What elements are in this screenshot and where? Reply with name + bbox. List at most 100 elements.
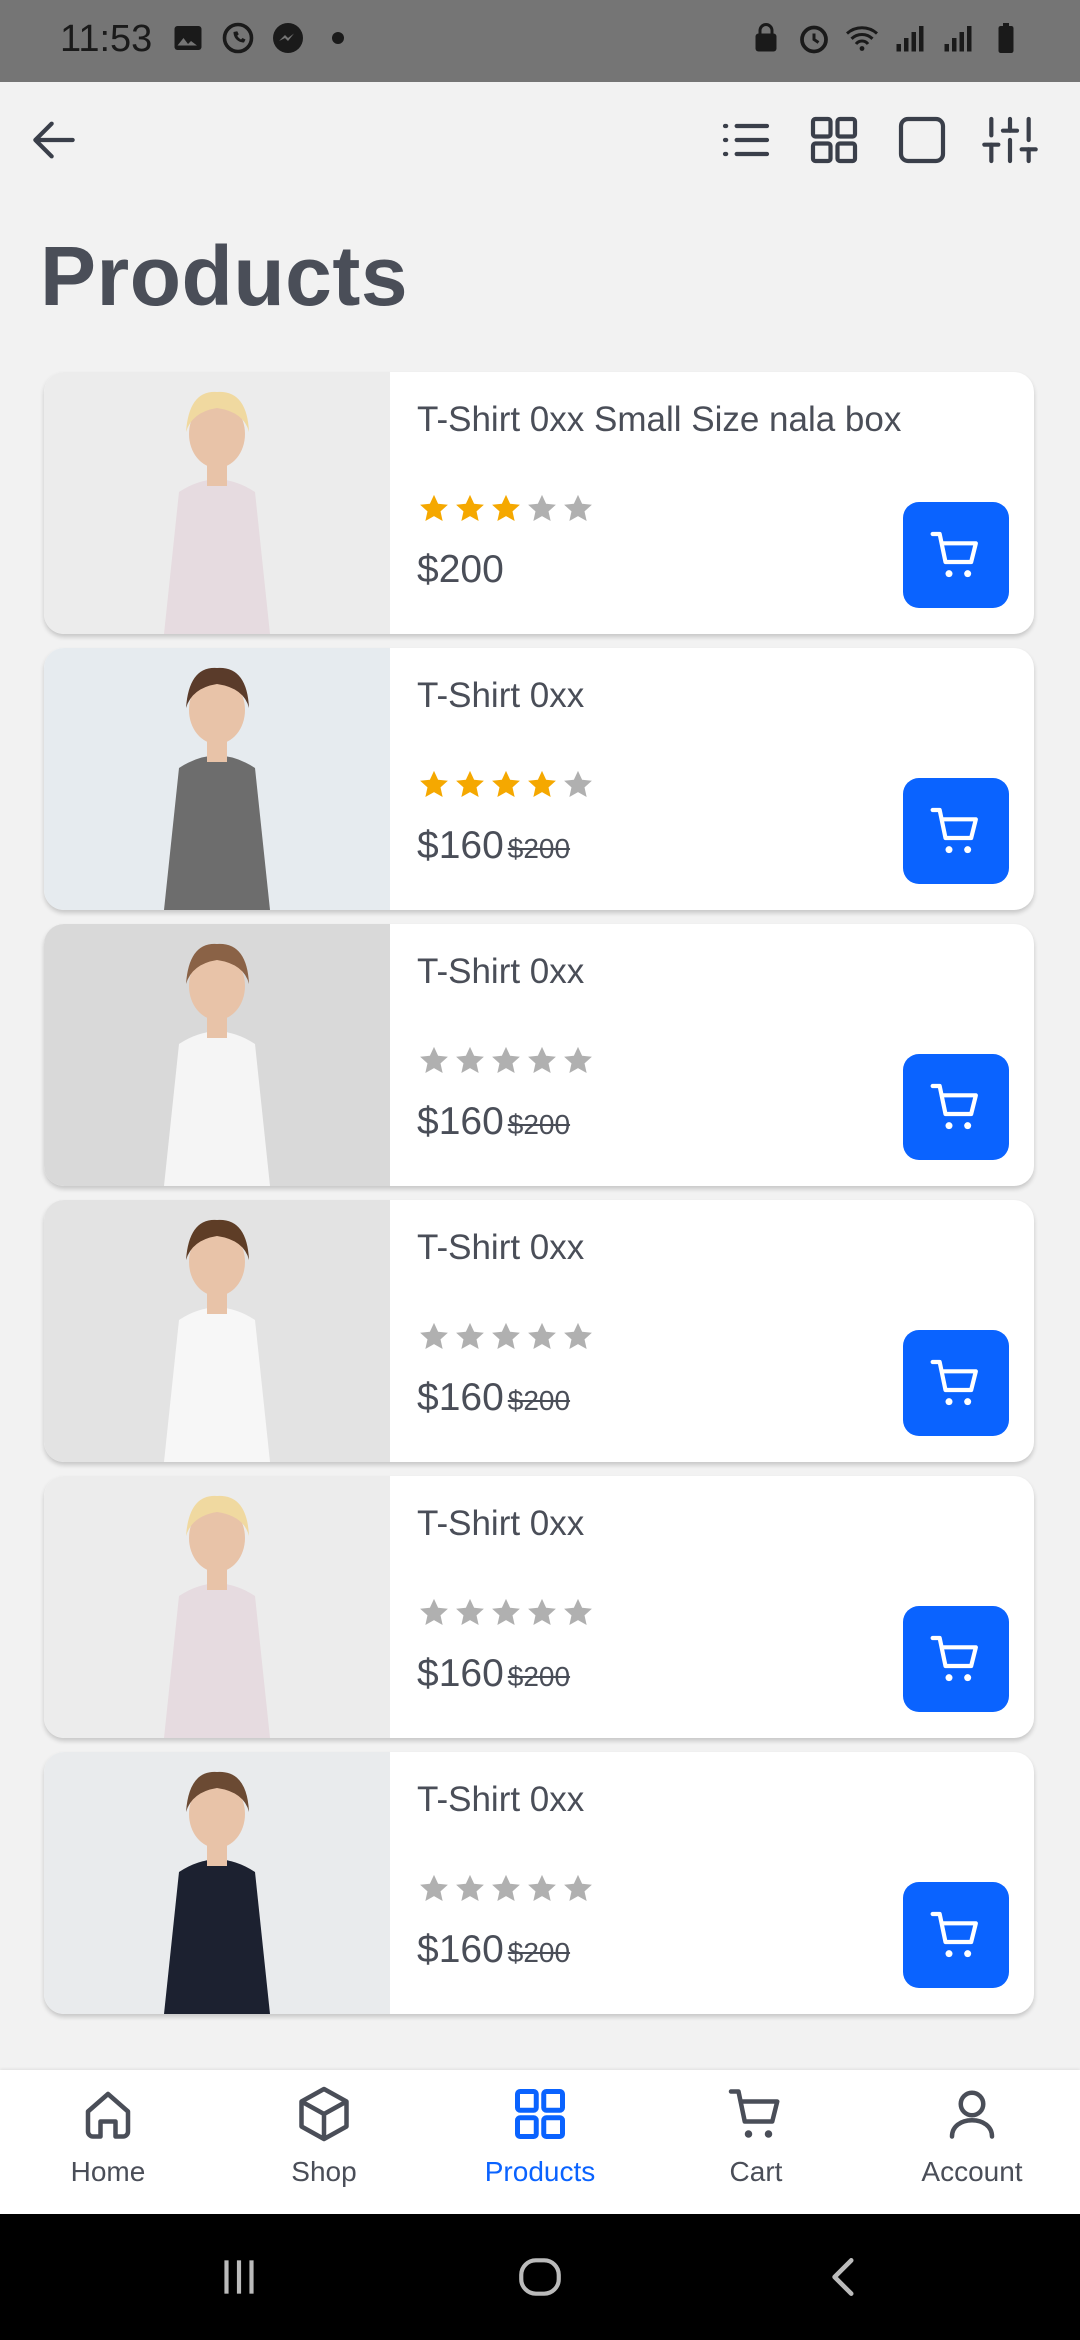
star-empty-icon — [420, 1874, 448, 1902]
product-image[interactable] — [44, 648, 390, 910]
product-card[interactable]: T-Shirt 0xx $160 $200 — [44, 648, 1034, 910]
star-empty-icon — [564, 1598, 592, 1626]
nav-label-cart: Cart — [729, 2156, 783, 2187]
page-title: Products — [40, 229, 409, 323]
nav-item-products[interactable]: Products — [432, 2070, 648, 2214]
product-list: T-Shirt 0xx Small Size nala box $200 T-S… — [44, 372, 1034, 2028]
product-price: $160 — [417, 1928, 504, 1971]
star-empty-icon — [564, 1322, 592, 1350]
product-rating — [417, 492, 595, 526]
add-to-cart-button[interactable] — [903, 1882, 1009, 1988]
cart-icon — [930, 807, 978, 854]
product-rating — [417, 1872, 595, 1906]
single-view-icon[interactable] — [894, 112, 950, 168]
add-to-cart-button[interactable] — [903, 1606, 1009, 1712]
product-image[interactable] — [44, 372, 390, 634]
star-empty-icon — [528, 494, 556, 522]
product-card[interactable]: T-Shirt 0xx Small Size nala box $200 — [44, 372, 1034, 634]
back-button-icon[interactable] — [820, 2252, 870, 2302]
product-rating — [417, 1596, 595, 1630]
bottom-nav: Home Shop Products Cart Account — [0, 2070, 1080, 2214]
product-name: T-Shirt 0xx — [417, 676, 585, 715]
star-empty-icon — [492, 1046, 520, 1074]
gallery-icon — [174, 26, 202, 50]
product-price: $160 — [417, 824, 504, 867]
model-photo — [44, 1476, 390, 1738]
product-name: T-Shirt 0xx Small Size nala box — [417, 400, 902, 439]
star-filled-icon — [456, 770, 484, 798]
add-to-cart-button[interactable] — [903, 778, 1009, 884]
product-price-row: $160 $200 — [417, 1928, 570, 1972]
product-name: T-Shirt 0xx — [417, 952, 585, 991]
star-empty-icon — [420, 1046, 448, 1074]
model-photo — [44, 1200, 390, 1462]
list-view-icon[interactable] — [718, 112, 774, 168]
add-to-cart-button[interactable] — [903, 1330, 1009, 1436]
product-price-row: $200 — [417, 548, 508, 592]
star-empty-icon — [456, 1046, 484, 1074]
star-empty-icon — [564, 1046, 592, 1074]
home-icon — [85, 2091, 131, 2139]
star-filled-icon — [492, 494, 520, 522]
star-empty-icon — [456, 1322, 484, 1350]
model-photo — [44, 1752, 390, 2014]
nav-item-cart[interactable]: Cart — [648, 2070, 864, 2214]
cart-icon — [930, 1359, 978, 1406]
nav-label-home: Home — [70, 2156, 146, 2187]
back-arrow-icon[interactable] — [26, 112, 82, 168]
grid-view-icon[interactable] — [806, 112, 862, 168]
wifi-icon — [846, 26, 878, 51]
product-image[interactable] — [44, 1476, 390, 1738]
star-empty-icon — [528, 1874, 556, 1902]
product-card[interactable]: T-Shirt 0xx $160 $200 — [44, 1200, 1034, 1462]
product-image[interactable] — [44, 1752, 390, 2014]
model-photo — [44, 648, 390, 910]
cart-icon — [930, 1911, 978, 1958]
cart-icon — [930, 1083, 978, 1130]
nav-item-home[interactable]: Home — [0, 2070, 216, 2214]
status-bar: 11:53 — [0, 0, 1080, 82]
product-old-price: $200 — [507, 1109, 571, 1140]
nav-item-shop[interactable]: Shop — [216, 2070, 432, 2214]
lock-icon — [755, 23, 777, 52]
add-to-cart-button[interactable] — [903, 1054, 1009, 1160]
dot-icon — [332, 32, 344, 44]
status-right-icons — [748, 20, 1024, 56]
whatsapp-icon — [222, 22, 254, 54]
status-left-icons — [170, 20, 356, 56]
top-toolbar — [0, 82, 1080, 202]
product-name: T-Shirt 0xx — [417, 1228, 585, 1267]
add-to-cart-button[interactable] — [903, 502, 1009, 608]
product-name: T-Shirt 0xx — [417, 1780, 585, 1819]
product-image[interactable] — [44, 1200, 390, 1462]
product-card[interactable]: T-Shirt 0xx $160 $200 — [44, 1752, 1034, 2014]
star-filled-icon — [528, 770, 556, 798]
star-empty-icon — [420, 1322, 448, 1350]
cart-icon — [728, 2089, 780, 2138]
user-icon — [949, 2090, 995, 2139]
product-old-price: $200 — [507, 1385, 571, 1416]
cart-icon — [930, 531, 978, 578]
product-old-price: $200 — [507, 1937, 571, 1968]
nav-label-products: Products — [484, 2156, 596, 2187]
star-filled-icon — [456, 494, 484, 522]
star-filled-icon — [420, 494, 448, 522]
home-button-icon[interactable] — [515, 2252, 565, 2302]
product-image[interactable] — [44, 924, 390, 1186]
product-card[interactable]: T-Shirt 0xx $160 $200 — [44, 924, 1034, 1186]
product-card[interactable]: T-Shirt 0xx $160 $200 — [44, 1476, 1034, 1738]
recent-apps-icon[interactable] — [214, 2252, 264, 2302]
nav-label-shop: Shop — [291, 2156, 357, 2187]
nav-item-account[interactable]: Account — [864, 2070, 1080, 2214]
product-old-price: $200 — [507, 1661, 571, 1692]
product-price: $160 — [417, 1652, 504, 1695]
star-empty-icon — [564, 770, 592, 798]
model-photo — [44, 924, 390, 1186]
signal-icon — [896, 26, 924, 52]
product-rating — [417, 1320, 595, 1354]
filter-sliders-icon[interactable] — [982, 112, 1038, 168]
product-rating — [417, 768, 595, 802]
product-old-price: $200 — [507, 833, 571, 864]
alarm-icon — [800, 25, 828, 54]
star-empty-icon — [528, 1322, 556, 1350]
